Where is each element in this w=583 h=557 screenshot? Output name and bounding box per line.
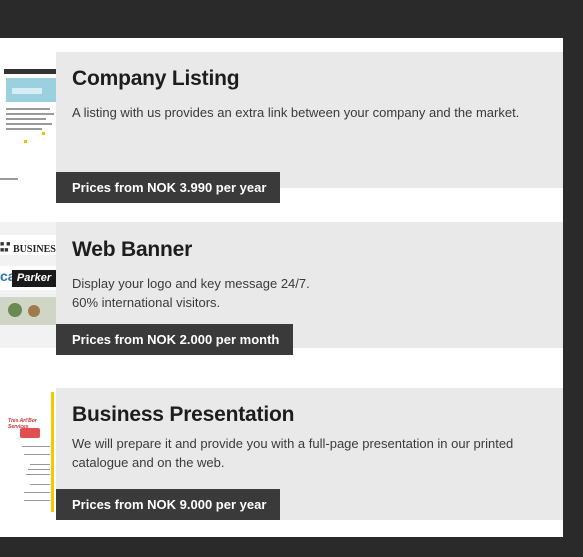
thumbnail-text-line <box>24 500 50 501</box>
thumbnail-text-line <box>28 469 50 470</box>
thumbnail-photo <box>0 297 56 325</box>
card-title[interactable]: Business Presentation <box>72 403 294 427</box>
thumbnail-image <box>6 78 56 102</box>
web-banner-thumbnail[interactable]: ■ ■■■ BUSINESS ca Parker <box>0 222 56 348</box>
star-icon <box>42 132 45 135</box>
price-button[interactable]: Prices from NOK 2.000 per month <box>56 324 294 355</box>
card-description: A listing with us provides an extra link… <box>72 105 520 120</box>
card-description-line: 60% international visitors. <box>72 295 221 310</box>
thumbnail-text-line <box>0 178 18 180</box>
thumbnail-text-line <box>6 113 54 115</box>
thumbnail-text-line <box>26 474 50 475</box>
product-card-company-listing: Company Listing A listing with us provid… <box>0 52 563 203</box>
price-button[interactable]: Prices from NOK 3.990 per year <box>56 172 281 203</box>
card-description-line: Display your logo and key message 24/7. <box>72 276 310 291</box>
thumbnail-text-line <box>30 464 50 465</box>
company-listing-thumbnail[interactable] <box>0 52 56 188</box>
thumbnail-accent-strip <box>51 392 54 512</box>
business-logo: BUSINESS <box>13 244 56 255</box>
product-card-business-presentation: Tres Art'Bor Services Business Presentat… <box>0 388 563 520</box>
thumbnail-header-bar <box>4 69 56 74</box>
thumbnail-text-line <box>6 118 46 120</box>
thumbnail-text-line <box>22 446 50 447</box>
thumbnail-text-line <box>30 484 50 485</box>
thumbnail-text-line <box>24 454 50 455</box>
card-title[interactable]: Company Listing <box>72 67 240 91</box>
photo-object <box>28 305 40 317</box>
thumbnail-text-line <box>24 492 50 493</box>
price-button[interactable]: Prices from NOK 9.000 per year <box>56 489 281 520</box>
thumbnail-text-line <box>6 108 50 110</box>
thumbnail-text-line <box>6 128 42 130</box>
parker-logo: Parker <box>12 270 56 287</box>
card-title[interactable]: Web Banner <box>72 238 192 262</box>
thumbnail-text-line <box>6 123 52 125</box>
thumbnail-small-logo: ■ ■ ■■ <box>0 241 11 254</box>
star-icon <box>24 140 27 143</box>
card-description: We will prepare it and provide you with … <box>72 436 514 470</box>
product-card-web-banner: ■ ■■■ BUSINESS ca Parker Web Banner Disp… <box>0 222 563 355</box>
photo-object <box>8 303 22 317</box>
content-panel: Company Listing A listing with us provid… <box>0 38 563 537</box>
business-presentation-thumbnail[interactable]: Tres Art'Bor Services <box>0 388 56 520</box>
thumbnail-logo <box>20 428 40 438</box>
